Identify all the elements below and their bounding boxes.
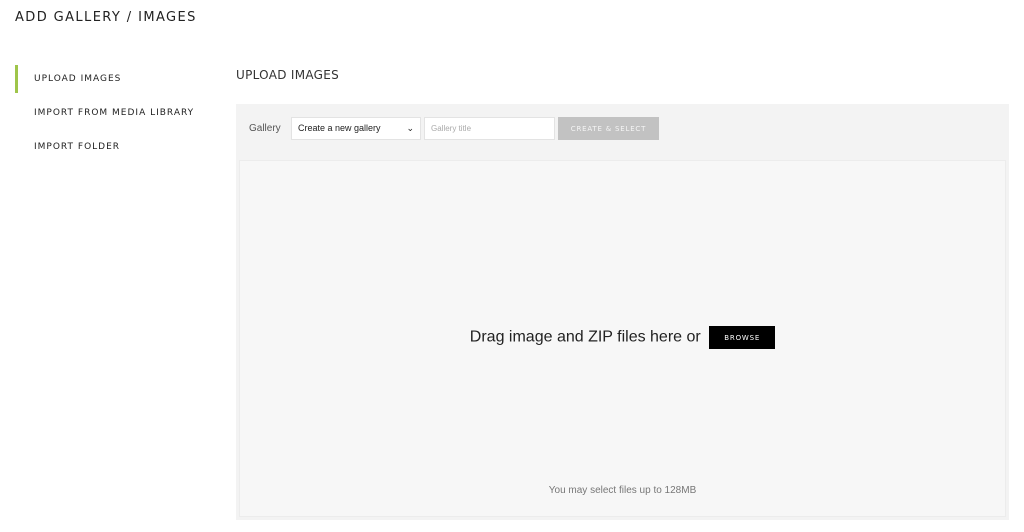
gallery-select[interactable]: Create a new gallery ⌄ bbox=[291, 117, 421, 140]
gallery-toolbar: Gallery Create a new gallery ⌄ CREATE & … bbox=[236, 104, 1009, 154]
page-title: ADD GALLERY / IMAGES bbox=[15, 10, 197, 25]
drop-prompt: Drag image and ZIP files here or BROWSE bbox=[240, 326, 1005, 350]
section-title: UPLOAD IMAGES bbox=[236, 68, 340, 82]
sidebar-item-upload-images[interactable]: UPLOAD IMAGES bbox=[15, 65, 215, 93]
gallery-label: Gallery bbox=[249, 123, 281, 134]
sidebar-item-import-folder[interactable]: IMPORT FOLDER bbox=[15, 133, 215, 161]
main-content: UPLOAD IMAGES Gallery Create a new galle… bbox=[236, 68, 1009, 520]
drop-prompt-text: Drag image and ZIP files here or bbox=[469, 328, 701, 346]
file-size-limit-text: You may select files up to 128MB bbox=[548, 485, 697, 496]
sidebar-item-import-media-library[interactable]: IMPORT FROM MEDIA LIBRARY bbox=[15, 99, 215, 127]
sidebar: UPLOAD IMAGES IMPORT FROM MEDIA LIBRARY … bbox=[15, 65, 215, 167]
create-select-button[interactable]: CREATE & SELECT bbox=[558, 117, 659, 140]
gallery-title-input[interactable] bbox=[424, 117, 555, 140]
drop-zone[interactable]: Drag image and ZIP files here or BROWSE … bbox=[239, 160, 1006, 517]
gallery-select-value: Create a new gallery bbox=[298, 123, 381, 133]
browse-button[interactable]: BROWSE bbox=[709, 326, 776, 349]
upload-panel: Gallery Create a new gallery ⌄ CREATE & … bbox=[236, 104, 1009, 520]
chevron-down-icon: ⌄ bbox=[406, 123, 414, 133]
